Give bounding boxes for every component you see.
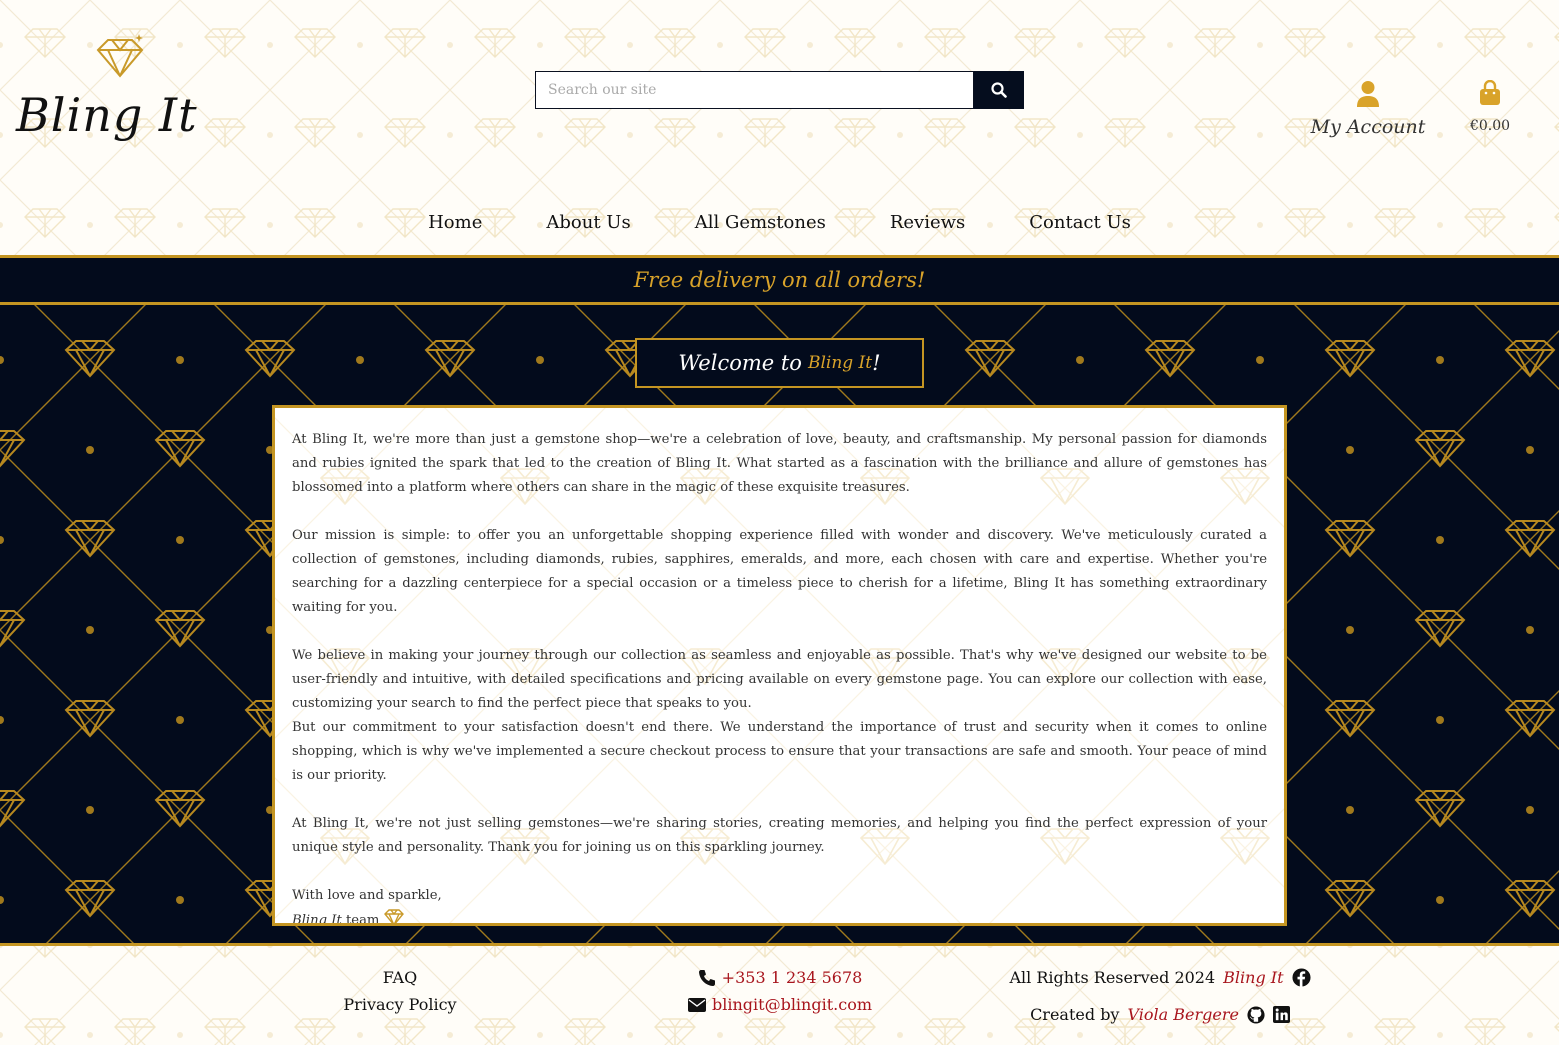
signature-team: team [345, 913, 380, 926]
linkedin-link[interactable] [1272, 1006, 1290, 1023]
search-input[interactable] [535, 71, 974, 109]
logo-text: Bling It [16, 88, 198, 142]
shopping-bag-icon [1480, 79, 1500, 105]
about-paragraph-3: We believe in making your journey throug… [292, 648, 1267, 711]
faq-link[interactable]: FAQ [300, 964, 500, 991]
nav-about-us[interactable]: About Us [546, 212, 630, 233]
phone-number: +353 1 234 5678 [721, 968, 863, 987]
facebook-link[interactable] [1292, 968, 1311, 987]
welcome-prefix: Welcome to [678, 351, 802, 375]
signature-brand: Bling It [292, 913, 342, 926]
footer-credits: All Rights Reserved 2024 Bling It Create… [1000, 964, 1320, 1028]
logo[interactable]: Bling It [16, 32, 206, 152]
about-card: At Bling It, we're more than just a gems… [272, 405, 1287, 926]
banner-text: Free delivery on all orders! [633, 268, 926, 292]
about-paragraph-4: But our commitment to your satisfaction … [292, 720, 1267, 783]
linkedin-icon [1272, 1006, 1290, 1023]
cart-total: €0.00 [1469, 118, 1511, 134]
about-paragraph-1: At Bling It, we're more than just a gems… [292, 432, 1267, 495]
nav-all-gemstones[interactable]: All Gemstones [695, 212, 826, 233]
footer-links: FAQ Privacy Policy [300, 964, 500, 1018]
footer-contact: +353 1 234 5678 blingit@blingit.com [620, 964, 940, 1018]
nav-home[interactable]: Home [428, 212, 482, 233]
delivery-banner: Free delivery on all orders! [0, 255, 1559, 305]
privacy-policy-link[interactable]: Privacy Policy [300, 991, 500, 1018]
site-footer: FAQ Privacy Policy +353 1 234 5678 bling… [0, 946, 1559, 1045]
search-icon [991, 82, 1007, 98]
diamond-icon [96, 34, 144, 78]
github-link[interactable] [1247, 1005, 1265, 1024]
rights-brand: Bling It [1223, 968, 1284, 987]
search-button[interactable] [974, 71, 1024, 109]
cart-link[interactable]: €0.00 [1460, 79, 1520, 134]
welcome-suffix: ! [872, 351, 881, 375]
envelope-icon [688, 997, 706, 1012]
author-name: Viola Bergere [1127, 1005, 1239, 1024]
email-link[interactable]: blingit@blingit.com [620, 991, 940, 1018]
sign-off-line: With love and sparkle, [292, 888, 442, 903]
about-paragraph-5: At Bling It, we're not just selling gems… [292, 816, 1267, 855]
my-account-link[interactable]: My Account [1306, 80, 1430, 138]
site-header: Bling It My Account €0.00 Home About Us … [0, 0, 1559, 256]
phone-icon [698, 969, 715, 986]
created-by-line: Created by Viola Bergere [1000, 1001, 1320, 1028]
rights-line: All Rights Reserved 2024 Bling It [1000, 964, 1320, 991]
nav-contact-us[interactable]: Contact Us [1029, 212, 1131, 233]
diamond-icon [383, 909, 404, 923]
phone-link[interactable]: +353 1 234 5678 [620, 964, 940, 991]
welcome-brand: Bling It [807, 353, 873, 373]
nav-reviews[interactable]: Reviews [890, 212, 965, 233]
search-bar [535, 71, 1024, 109]
github-icon [1247, 1005, 1265, 1024]
rights-text: All Rights Reserved 2024 [1009, 968, 1216, 987]
created-by-text: Created by [1030, 1005, 1120, 1024]
about-paragraph-2: Our mission is simple: to offer you an u… [292, 528, 1267, 615]
account-label: My Account [1310, 116, 1426, 138]
email-address: blingit@blingit.com [712, 995, 872, 1014]
main-nav: Home About Us All Gemstones Reviews Cont… [0, 212, 1559, 233]
signature: Bling It team [292, 908, 1267, 926]
user-icon [1357, 81, 1379, 107]
facebook-icon [1292, 968, 1311, 987]
welcome-heading: Welcome to Bling It ! [635, 338, 924, 388]
